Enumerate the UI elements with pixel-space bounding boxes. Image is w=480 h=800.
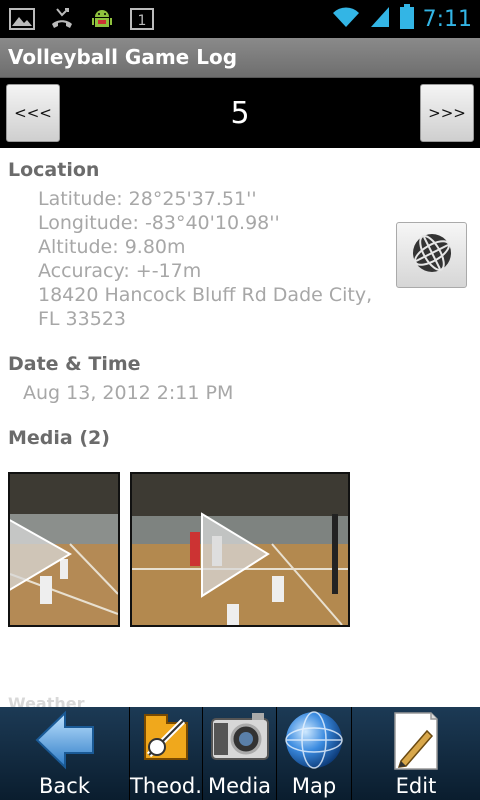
- show-on-map-button[interactable]: [396, 222, 467, 288]
- theodolite-icon: [137, 709, 195, 775]
- camera-icon: [208, 709, 272, 771]
- date-time-value: Aug 13, 2012 2:11 PM: [23, 382, 234, 404]
- battery-icon: [399, 4, 415, 34]
- theodolite-button[interactable]: Theod.: [130, 707, 203, 800]
- video-thumbnail-2[interactable]: [130, 472, 350, 627]
- notification-icons: 1: [8, 6, 156, 32]
- pencil-note-icon: [387, 709, 445, 777]
- address-line-1: 18420 Hancock Bluff Rd Dade City,: [38, 284, 373, 306]
- clock: 7:11: [422, 6, 472, 32]
- address-line-2: FL 33523: [38, 308, 126, 330]
- back-button[interactable]: Back: [0, 707, 130, 800]
- wifi-icon: [331, 5, 361, 33]
- image-icon: [8, 6, 36, 32]
- altitude-text: Altitude: 9.80m: [38, 236, 186, 258]
- game-navigation: <<< 5 >>>: [0, 78, 480, 148]
- signal-icon: [369, 5, 391, 33]
- bottom-toolbar: Back Theod. Media Map Edit: [0, 707, 480, 800]
- android-debug-icon: [88, 6, 116, 32]
- status-bar: 1 7:11: [0, 0, 480, 38]
- globe-icon: [283, 709, 345, 775]
- map-button[interactable]: Map: [277, 707, 352, 800]
- location-heading: Location: [8, 159, 100, 181]
- date-time-heading: Date & Time: [8, 353, 141, 375]
- back-label: Back: [39, 774, 90, 798]
- media-label: Media: [207, 774, 272, 798]
- latitude-text: Latitude: 28°25'37.51'': [38, 188, 257, 210]
- video-thumbnail-1[interactable]: [8, 472, 120, 627]
- media-button[interactable]: Media: [203, 707, 277, 800]
- game-number: 5: [230, 96, 250, 131]
- next-game-button[interactable]: >>>: [420, 84, 474, 142]
- theodolite-label: Theod.: [130, 774, 202, 798]
- sim-1-icon: 1: [128, 6, 156, 32]
- accuracy-text: Accuracy: +-17m: [38, 260, 202, 282]
- app-title: Volleyball Game Log: [8, 45, 238, 69]
- svg-text:1: 1: [138, 13, 147, 29]
- missed-call-icon: [48, 6, 76, 32]
- map-label: Map: [291, 774, 337, 798]
- media-heading: Media (2): [8, 427, 110, 449]
- app-title-bar: Volleyball Game Log: [0, 38, 480, 78]
- longitude-text: Longitude: -83°40'10.98'': [38, 212, 280, 234]
- edit-button[interactable]: Edit: [352, 707, 480, 800]
- edit-label: Edit: [395, 774, 437, 798]
- back-arrow-icon: [33, 709, 97, 775]
- globe-icon: [410, 231, 454, 279]
